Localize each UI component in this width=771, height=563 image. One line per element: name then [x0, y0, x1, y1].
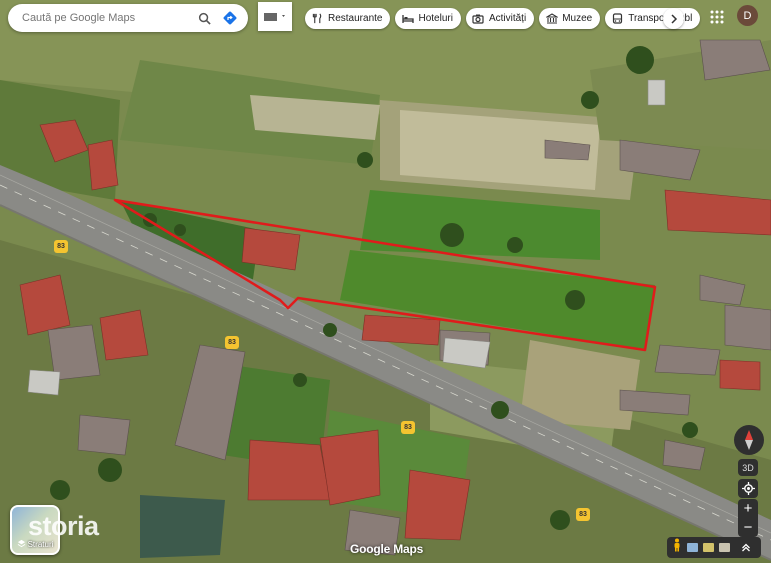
chevron-right-icon[interactable] — [663, 8, 684, 29]
chip-label: Activități — [488, 13, 527, 24]
3d-toggle-button[interactable]: 3D — [738, 459, 758, 476]
camera-icon — [472, 12, 485, 25]
layers-icon — [17, 539, 26, 550]
imagery-thumbnail[interactable] — [687, 543, 698, 552]
road-shield: 83 — [576, 508, 590, 521]
bed-icon — [401, 12, 414, 25]
chip-label: Hoteluri — [418, 13, 453, 24]
search-box[interactable] — [8, 4, 248, 32]
watermark-logo: storia — [28, 511, 99, 541]
pegman-icon[interactable] — [672, 538, 682, 557]
chip-public-transport[interactable]: Transport publ — [605, 8, 701, 29]
bus-icon — [611, 12, 624, 25]
search-icon[interactable] — [194, 8, 214, 28]
chip-restaurants[interactable]: Restaurante — [305, 8, 391, 29]
zoom-in-button[interactable]: + — [744, 501, 753, 516]
zoom-controls: + − — [738, 499, 758, 537]
chip-hotels[interactable]: Hoteluri — [395, 8, 461, 29]
road-shield: 83 — [225, 336, 239, 349]
imagery-thumbnail[interactable] — [719, 543, 730, 552]
category-chips: Restaurante Hoteluri Activități Muzee Tr… — [305, 8, 701, 29]
street-view-bar[interactable] — [667, 537, 761, 558]
road-shield: 83 — [401, 421, 415, 434]
chip-label: Restaurante — [328, 13, 383, 24]
google-maps-attribution: Google Maps — [350, 542, 424, 556]
directions-icon[interactable] — [220, 8, 240, 28]
compass-icon[interactable] — [734, 425, 764, 455]
satellite-map[interactable] — [0, 0, 771, 563]
museum-icon — [545, 12, 558, 25]
imagery-thumbnail[interactable] — [703, 543, 714, 552]
avatar[interactable]: D — [737, 5, 758, 26]
chip-label: Muzee — [562, 13, 593, 24]
apps-grid-icon[interactable] — [709, 9, 725, 25]
map-type-toggle[interactable] — [258, 2, 292, 31]
road-shield: 83 — [54, 240, 68, 253]
chip-activities[interactable]: Activități — [465, 8, 535, 29]
fork-knife-icon — [311, 12, 324, 25]
zoom-out-button[interactable]: − — [744, 520, 753, 535]
search-input[interactable] — [22, 12, 188, 24]
my-location-icon[interactable] — [738, 479, 758, 498]
chevron-up-icon[interactable] — [741, 539, 751, 557]
chip-museums[interactable]: Muzee — [539, 8, 601, 29]
